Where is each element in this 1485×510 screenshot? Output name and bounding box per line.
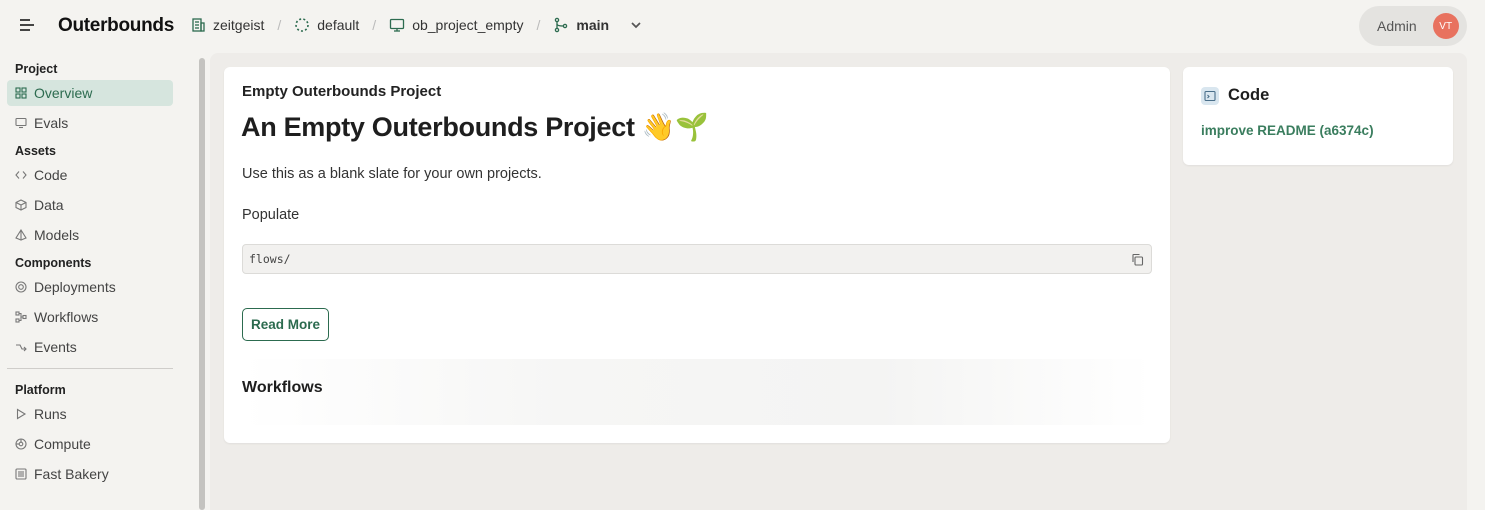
sidebar-item-compute[interactable]: Compute [7,431,173,457]
sidebar-item-models[interactable]: Models [7,222,173,248]
sidebar-item-label: Compute [34,436,91,452]
breadcrumb-branch[interactable]: main [553,17,644,33]
breadcrumb-label: zeitgeist [213,17,265,33]
sidebar-item-label: Models [34,227,80,243]
code-panel-header: Code [1201,86,1269,105]
code-snippet: flows/ [242,244,1152,274]
sidebar-item-label: Deployments [34,279,116,295]
breadcrumb-project[interactable]: ob_project_empty [389,17,523,33]
avatar: VT [1432,13,1459,39]
cube-icon [15,199,27,211]
breadcrumb-label: main [576,17,610,33]
building-icon [192,18,205,32]
monitor-icon [15,117,27,129]
git-branch-icon [555,17,568,33]
workflow-icon [15,311,27,323]
terminal-icon [1201,86,1219,105]
sidebar-item-deployments[interactable]: Deployments [7,274,173,300]
sidebar-item-label: Overview [34,85,93,101]
sidebar-item-label: Runs [34,406,67,422]
event-arrow-icon [16,344,27,352]
sidebar-section-platform: Platform [15,383,66,397]
user-menu[interactable]: Admin VT [1359,6,1467,46]
project-subtitle: Empty Outerbounds Project [242,83,442,100]
bakery-icon [15,468,27,480]
commit-link[interactable]: improve README (a6374c) [1201,123,1374,138]
scrollbar-thumb[interactable] [199,58,205,510]
code-panel: Code improve README (a6374c) [1183,67,1453,165]
sidebar-item-code[interactable]: Code [7,162,173,188]
breadcrumb-separator: / [372,17,377,33]
compute-icon [15,438,27,450]
sidebar-item-events[interactable]: Events [7,334,173,360]
project-description: Use this as a blank slate for your own p… [242,166,542,182]
play-icon [16,408,27,420]
sidebar-item-label: Data [34,197,64,213]
project-card: Empty Outerbounds Project An Empty Outer… [224,67,1170,443]
menu-icon[interactable] [20,19,36,35]
breadcrumb-separator: / [536,17,541,33]
sidebar-item-data[interactable]: Data [7,192,173,218]
sidebar-item-workflows[interactable]: Workflows [7,304,173,330]
sidebar-item-label: Evals [34,115,69,131]
sidebar-scrollbar[interactable] [197,54,209,510]
brand-logo[interactable]: Outerbounds [58,15,174,37]
top-bar: Outerbounds zeitgeist / default / ob_pro… [0,0,1485,54]
sidebar-item-fast-bakery[interactable]: Fast Bakery [7,461,173,487]
sidebar-divider [7,368,173,369]
user-name: Admin [1377,18,1417,34]
sidebar-section-components: Components [15,256,92,270]
code-panel-title: Code [1228,86,1270,104]
sidebar-item-runs[interactable]: Runs [7,401,173,427]
target-icon [15,281,27,293]
breadcrumb-label: default [317,17,360,33]
dashed-circle-icon [295,18,310,32]
chevron-down-icon[interactable] [628,17,644,33]
workflows-title: Workflows [242,379,323,396]
code-brackets-icon [15,171,27,179]
sidebar: Project Overview Evals Assets Code Data … [0,54,196,510]
sidebar-item-evals[interactable]: Evals [7,110,173,136]
breadcrumb: zeitgeist / default / ob_project_empty /… [190,17,644,33]
page-title: An Empty Outerbounds Project 👋🌱 [241,112,709,142]
sidebar-section-project: Project [15,62,58,76]
sidebar-section-assets: Assets [15,144,56,158]
copy-icon[interactable] [1131,253,1144,266]
grid-icon [15,87,27,99]
breadcrumb-default[interactable]: default [294,17,359,33]
breadcrumb-zeitgeist[interactable]: zeitgeist [190,17,264,33]
breadcrumb-separator: / [277,17,282,33]
populate-label: Populate [242,207,300,223]
sidebar-item-label: Code [34,167,68,183]
pyramid-icon [15,229,27,241]
breadcrumb-label: ob_project_empty [412,17,524,33]
sidebar-item-label: Events [34,339,77,355]
sidebar-item-overview[interactable]: Overview [7,80,173,106]
code-snippet-text: flows/ [249,252,291,266]
sidebar-item-label: Fast Bakery [34,466,109,482]
read-more-button[interactable]: Read More [242,308,329,341]
workflows-section: Workflows [242,359,1152,425]
monitor-icon [390,18,405,32]
sidebar-item-label: Workflows [34,309,99,325]
